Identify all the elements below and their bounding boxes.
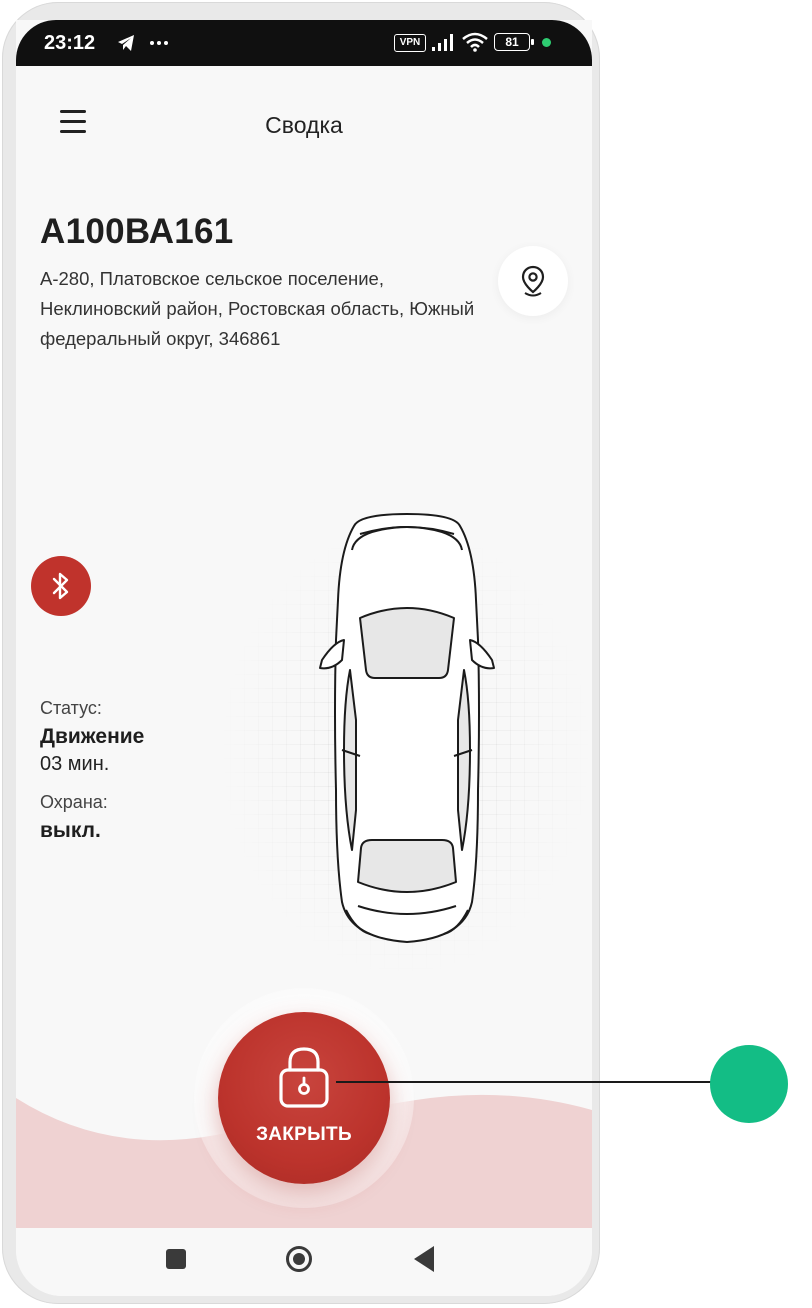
home-icon[interactable] <box>286 1246 312 1272</box>
status-panel: Статус: Движение 03 мин. Охрана: выкл. <box>40 698 144 843</box>
vehicle-address: А-280, Платовское сельское поселение, Не… <box>40 268 475 349</box>
page-title: Сводка <box>265 112 343 138</box>
car-top-view-icon <box>319 513 495 943</box>
lock-button[interactable]: ЗАКРЫТЬ <box>218 1012 390 1184</box>
battery-icon: 81 <box>494 33 530 51</box>
back-icon[interactable] <box>414 1246 434 1272</box>
recent-apps-icon[interactable] <box>166 1249 186 1269</box>
app-screen: 23:12 VPN 81 Сводка А100ВА161 А-280, Пла… <box>16 20 592 1296</box>
vpn-badge: VPN <box>394 34 426 52</box>
phone-frame: 23:12 VPN 81 Сводка А100ВА161 А-280, Пла… <box>2 2 600 1304</box>
status-value: Движение <box>40 725 145 748</box>
status-icons: VPN 81 <box>394 32 564 55</box>
signal-icon <box>432 34 453 51</box>
bluetooth-button[interactable] <box>31 556 91 616</box>
wifi-icon <box>462 32 488 52</box>
status-label: Статус: <box>40 698 102 718</box>
guard-value: выкл. <box>40 819 101 842</box>
indicator-dot-icon <box>542 38 551 47</box>
status-time: 23:12 <box>44 32 96 54</box>
telegram-icon <box>118 35 168 51</box>
app-header: Сводка <box>16 66 592 176</box>
annotation-line <box>336 1081 716 1083</box>
location-pin-icon <box>521 265 545 297</box>
annotation-marker <box>710 1045 788 1123</box>
status-duration: 03 мин. <box>40 753 110 775</box>
lock-icon <box>279 1047 329 1108</box>
status-bar: 23:12 VPN 81 <box>16 20 592 66</box>
bluetooth-icon <box>52 572 69 600</box>
system-nav-bar <box>16 1228 592 1296</box>
battery-tip <box>531 39 534 45</box>
guard-label: Охрана: <box>40 792 108 812</box>
location-button[interactable] <box>498 246 568 316</box>
lock-button-label: ЗАКРЫТЬ <box>256 1124 352 1145</box>
vehicle-plate: А100ВА161 <box>40 212 234 251</box>
